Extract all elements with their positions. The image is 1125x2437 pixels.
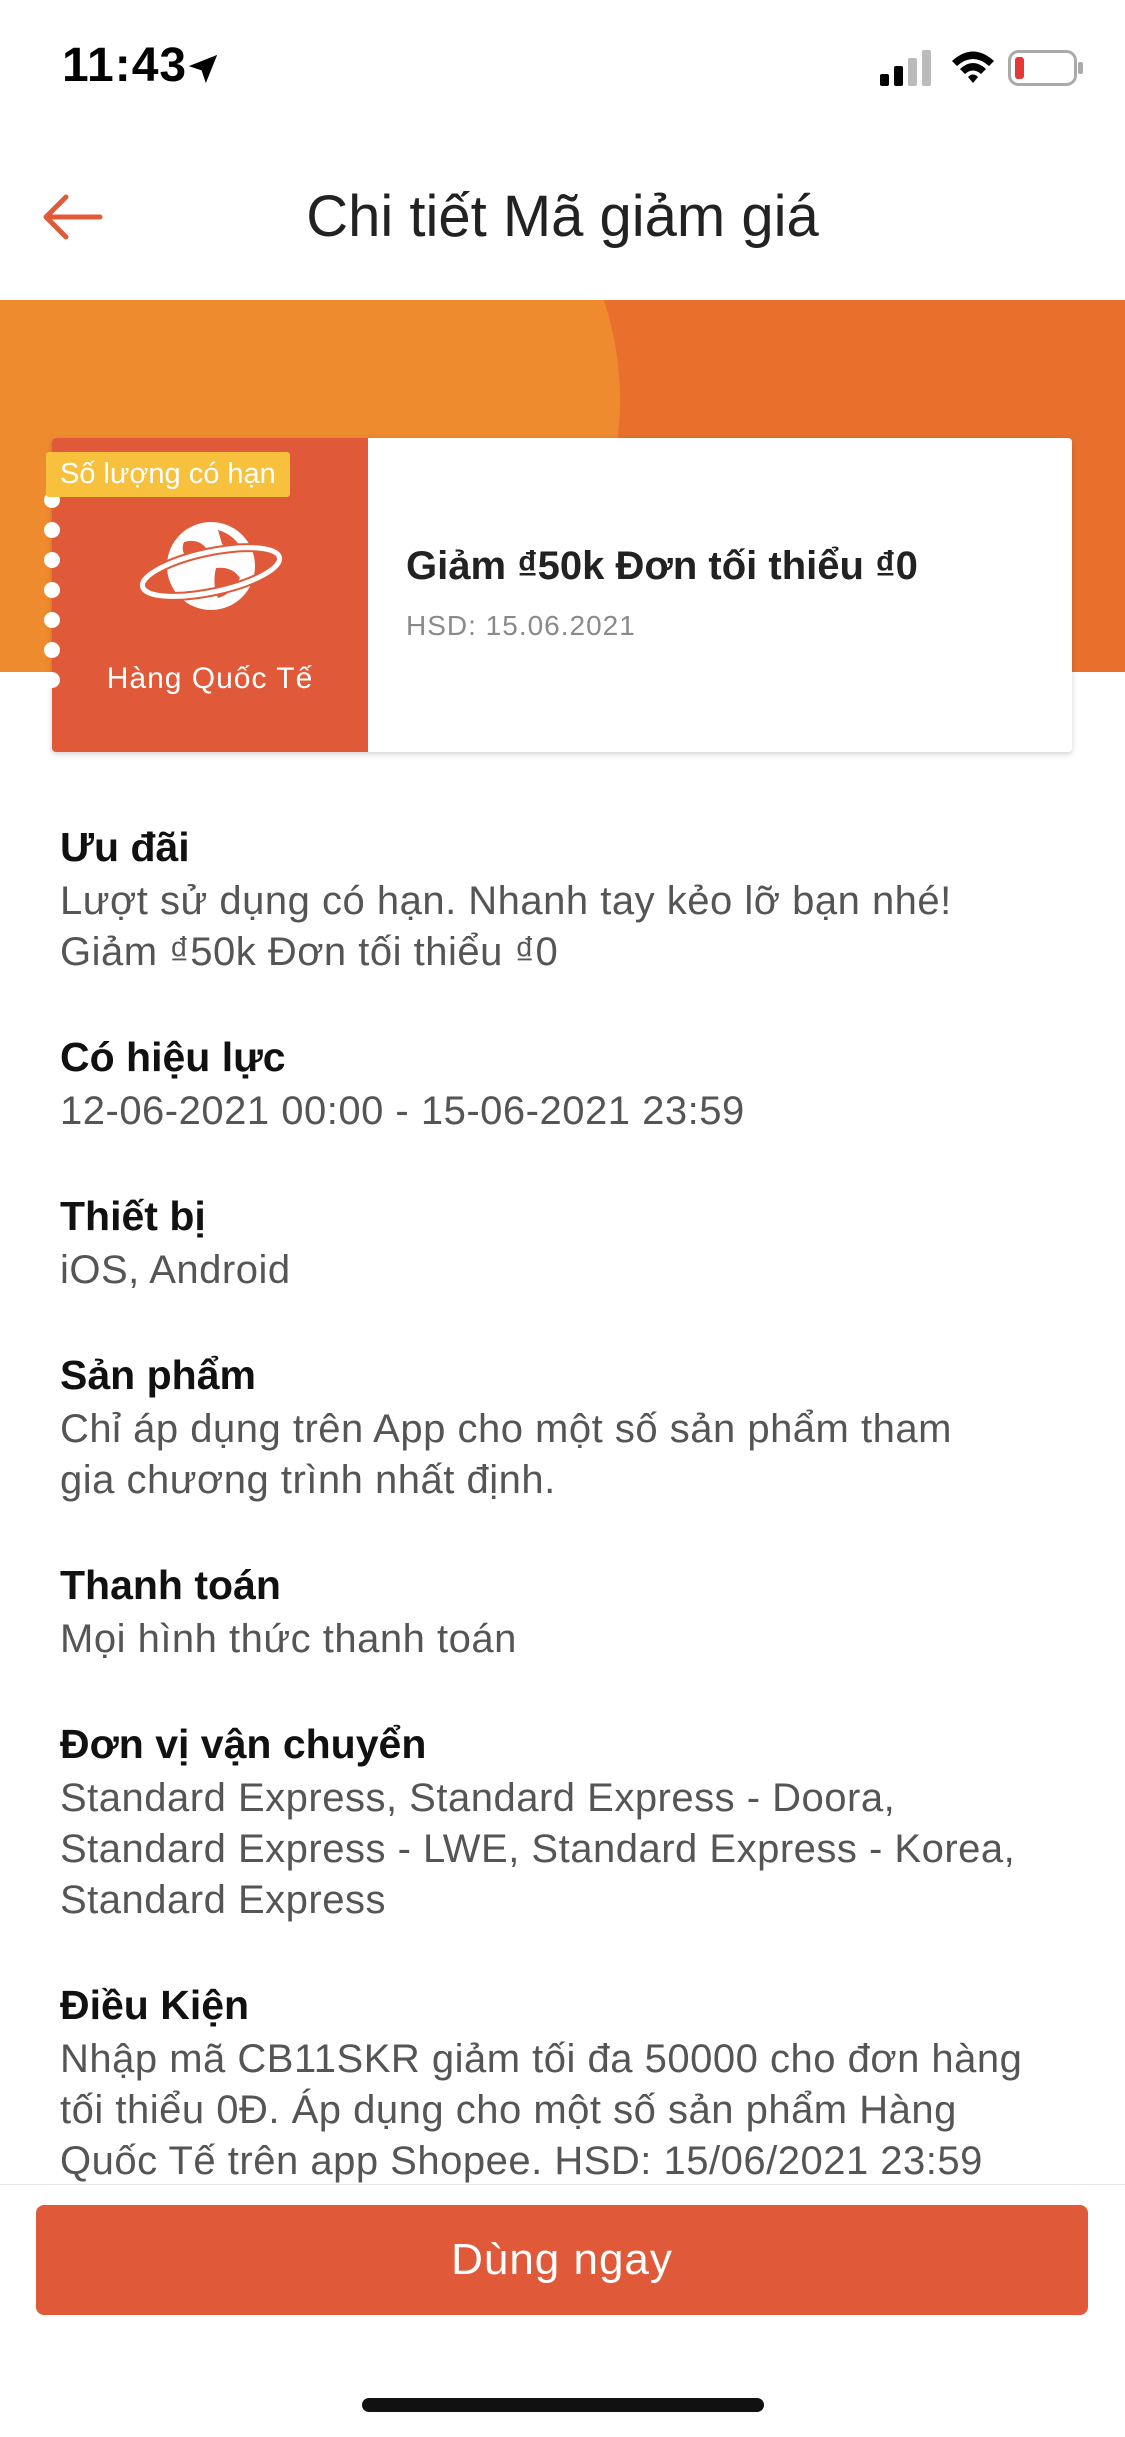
section-text: Chỉ áp dụng trên App cho một số sản phẩm…	[60, 1407, 952, 1451]
page-title: Chi tiết Mã giảm giá	[306, 184, 819, 249]
limited-quantity-badge: Số lượng có hạn	[46, 452, 290, 497]
voucher-notches	[44, 492, 60, 732]
status-time: 11:43	[62, 39, 188, 92]
section-text: 12-06-2021 00:00 - 15-06-2021 23:59	[60, 1089, 745, 1133]
voucher-title: Giảm ₫50k Đơn tối thiểu ₫0	[406, 544, 918, 588]
voucher-card: Hàng Quốc Tế Số lượng có hạn Giảm ₫50k Đ…	[44, 438, 1072, 752]
globe-icon	[137, 522, 285, 610]
section-shipping: Đơn vị vận chuyển Standard Express, Stan…	[60, 1715, 1070, 1926]
voucher-category-label: Hàng Quốc Tế	[106, 662, 314, 695]
status-bar: 11:43	[0, 0, 1125, 135]
battery-low-icon	[1008, 50, 1083, 86]
section-text: Giảm ₫50k Đơn tối thiểu ₫0	[60, 930, 559, 974]
section-conditions: Điều Kiện Nhập mã CB11SKR giảm tối đa 50…	[60, 1976, 1070, 2187]
section-text: gia chương trình nhất định.	[60, 1458, 556, 1502]
section-heading: Ưu đãi	[60, 824, 190, 870]
section-validity: Có hiệu lực 12-06-2021 00:00 - 15-06-202…	[60, 1028, 1070, 1137]
section-text: Mọi hình thức thanh toán	[60, 1617, 517, 1661]
location-arrow-icon	[188, 54, 218, 84]
section-text: Standard Express, Standard Express - Doo…	[60, 1776, 896, 1820]
voucher-expiry: HSD: 15.06.2021	[406, 610, 636, 641]
section-text: Quốc Tế trên app Shopee. HSD: 15/06/2021…	[60, 2139, 983, 2183]
section-offer: Ưu đãi Lượt sử dụng có hạn. Nhanh tay kẻ…	[60, 818, 1070, 978]
section-heading: Có hiệu lực	[60, 1034, 286, 1080]
wifi-icon	[952, 51, 994, 83]
section-devices: Thiết bị iOS, Android	[60, 1187, 1070, 1296]
section-payment: Thanh toán Mọi hình thức thanh toán	[60, 1556, 1070, 1665]
use-now-button[interactable]: Dùng ngay	[36, 2205, 1088, 2315]
home-indicator[interactable]	[362, 2398, 764, 2412]
section-text: Lượt sử dụng có hạn. Nhanh tay kẻo lỡ bạ…	[60, 879, 952, 923]
section-text: Nhập mã CB11SKR giảm tối đa 50000 cho đơ…	[60, 2037, 1023, 2081]
section-text: tối thiểu 0Đ. Áp dụng cho một số sản phẩ…	[60, 2088, 957, 2132]
section-heading: Đơn vị vận chuyển	[60, 1721, 427, 1767]
section-products: Sản phẩm Chỉ áp dụng trên App cho một số…	[60, 1346, 1070, 1506]
voucher-details: Ưu đãi Lượt sử dụng có hạn. Nhanh tay kẻ…	[60, 818, 1070, 2237]
section-text: Standard Express - LWE, Standard Express…	[60, 1827, 1016, 1871]
section-text: iOS, Android	[60, 1248, 291, 1292]
section-text: Standard Express	[60, 1878, 386, 1922]
header: Chi tiết Mã giảm giá	[0, 135, 1125, 300]
signal-icon	[880, 50, 931, 86]
bottom-action-bar: Dùng ngay	[0, 2184, 1125, 2437]
section-heading: Thiết bị	[60, 1193, 206, 1239]
section-heading: Sản phẩm	[60, 1352, 256, 1398]
section-heading: Điều Kiện	[60, 1982, 250, 2028]
section-heading: Thanh toán	[60, 1562, 281, 1608]
